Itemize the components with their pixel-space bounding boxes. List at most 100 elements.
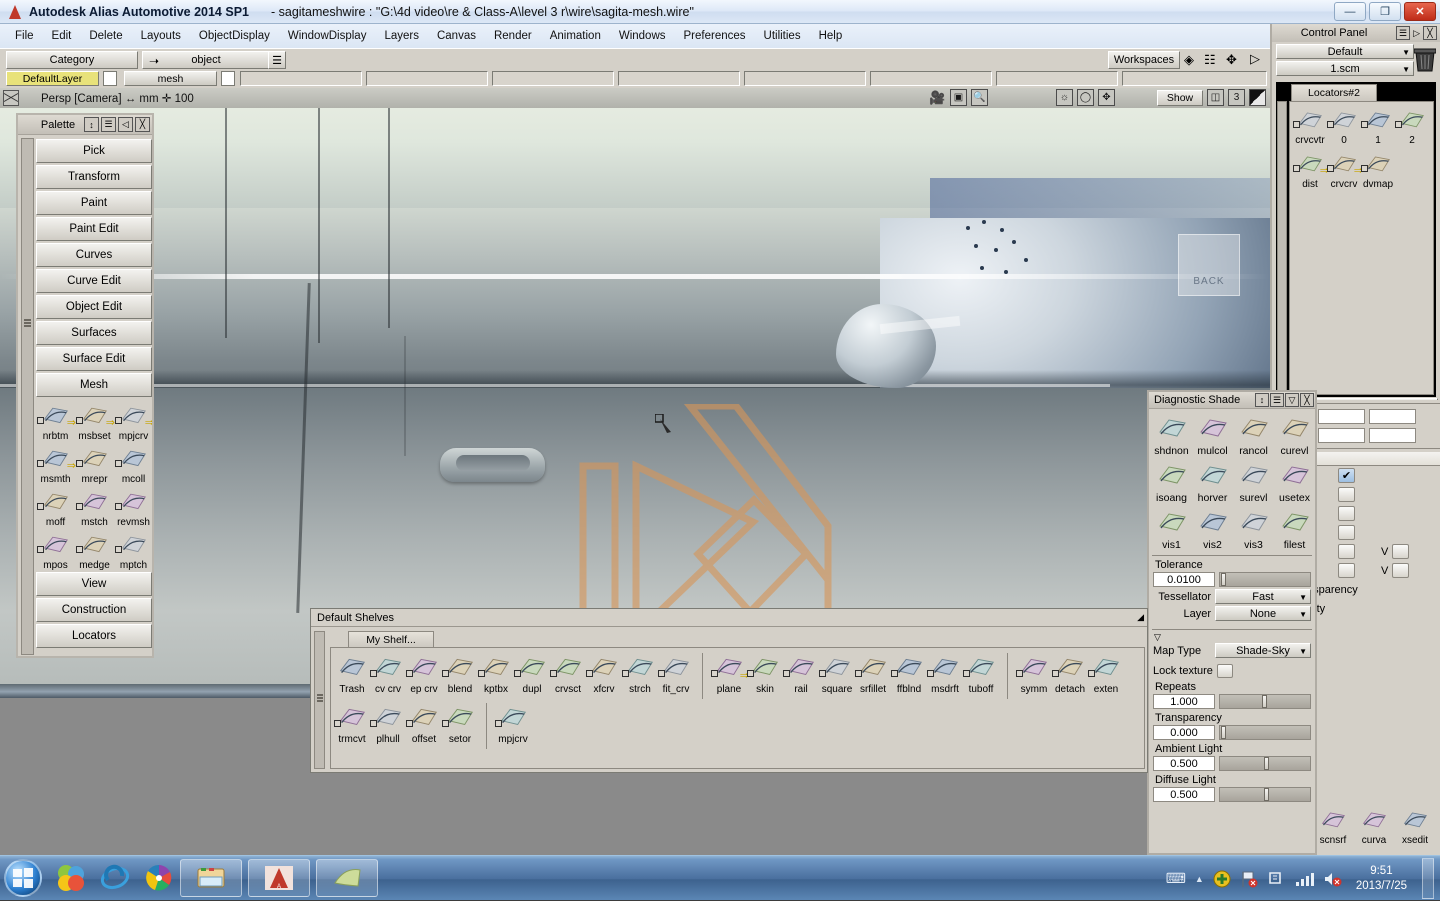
palette-menu-icon[interactable]: ☰ <box>101 117 116 132</box>
option-box[interactable] <box>478 670 485 677</box>
option-box[interactable] <box>622 670 629 677</box>
option-box[interactable] <box>406 670 413 677</box>
shelf-tool-crvsct[interactable]: crvsct <box>550 651 586 695</box>
zoom-icon[interactable]: 🔍 <box>971 89 988 106</box>
option-box[interactable] <box>370 720 377 727</box>
go-arrow-icon[interactable]: ⇒ <box>106 416 115 429</box>
go-arrow-icon[interactable]: ⇒ <box>67 416 76 429</box>
back-view-cube[interactable]: BACK <box>1178 234 1240 296</box>
shelf-tool-srfillet[interactable]: srfillet <box>855 651 891 695</box>
shelf-tool-plhull[interactable]: plhull <box>370 701 406 745</box>
show-hidden-icons[interactable]: ▲ <box>1195 874 1204 884</box>
option-box[interactable] <box>76 417 83 424</box>
menu-item-layouts[interactable]: Layouts <box>132 28 190 44</box>
palette-resize-icon[interactable]: ↕ <box>84 117 99 132</box>
minimize-button[interactable]: — <box>1334 2 1366 21</box>
layer-mesh[interactable]: mesh <box>124 71 217 86</box>
camera-lock-icon[interactable]: ▣ <box>950 89 967 106</box>
light-icon[interactable]: ☼ <box>1056 89 1073 106</box>
option-box[interactable] <box>76 546 83 553</box>
palette-button-paint-edit[interactable]: Paint Edit <box>36 217 152 241</box>
option-box[interactable] <box>37 417 44 424</box>
option-box[interactable] <box>1361 165 1368 172</box>
option-box[interactable] <box>1361 121 1368 128</box>
option-box[interactable] <box>115 546 122 553</box>
option-box[interactable] <box>747 670 754 677</box>
locator-crvcvtr[interactable]: crvcvtr <box>1293 106 1327 146</box>
palette-window[interactable]: Palette ↕ ☰ ◁ ╳ PickTransformPaintPaint … <box>16 113 154 658</box>
palette-button-transform[interactable]: Transform <box>36 165 152 189</box>
locator-1[interactable]: 1 <box>1361 106 1395 146</box>
diffuse-light-slider[interactable] <box>1219 787 1311 802</box>
diag-tool-curevl[interactable]: curevl <box>1274 412 1315 457</box>
diag-tool-surevl[interactable]: surevl <box>1233 459 1274 504</box>
option-box[interactable] <box>115 460 122 467</box>
palette-button-paint[interactable]: Paint <box>36 191 152 215</box>
option-box[interactable] <box>370 670 377 677</box>
layer-slot-empty-1[interactable] <box>240 71 362 86</box>
layer-slot-empty-4[interactable] <box>618 71 740 86</box>
shelf-tool-tuboff[interactable]: tuboff <box>963 651 999 695</box>
category-button[interactable]: Category <box>6 51 138 69</box>
shelf-tool-setor[interactable]: setor <box>442 701 478 745</box>
option-box[interactable] <box>1293 121 1300 128</box>
option-box[interactable] <box>711 670 718 677</box>
shelf-tool-ep-crv[interactable]: ep crv <box>406 651 442 695</box>
close-button[interactable]: ✕ <box>1404 2 1436 21</box>
workspace-dropdown[interactable]: Default ▼ <box>1276 44 1414 59</box>
go-arrow-icon[interactable]: ⇒ <box>145 416 152 429</box>
palette-scrollbar[interactable] <box>21 138 34 655</box>
ambient-light-input[interactable]: 0.500 <box>1153 756 1215 771</box>
palette-tool-mpjcrv[interactable]: ⇒mpjcrv <box>115 401 152 442</box>
grid-count[interactable]: 3 <box>1228 89 1245 106</box>
prop-field-ree-2[interactable] <box>1369 409 1416 424</box>
diag-tool-filest[interactable]: filest <box>1274 506 1315 551</box>
menu-item-windowdisplay[interactable]: WindowDisplay <box>279 28 376 44</box>
shelf-tool-mpjcrv[interactable]: mpjcrv <box>495 701 531 745</box>
layer-slot-empty-8[interactable] <box>1122 71 1267 86</box>
marking-menu-icon-2[interactable]: ☷ <box>1204 52 1216 68</box>
layer-defaultlayer[interactable]: DefaultLayer <box>6 71 99 86</box>
option-box[interactable] <box>1327 165 1334 172</box>
palette-tool-mcoll[interactable]: mcoll <box>115 444 152 485</box>
diag-tool-vis1[interactable]: vis1 <box>1151 506 1192 551</box>
palette-tool-moff[interactable]: moff <box>37 487 74 528</box>
diag-tool-usetex[interactable]: usetex <box>1274 459 1315 504</box>
shade-swatch-icon[interactable] <box>1249 89 1266 106</box>
scene-dropdown[interactable]: 1.scm ▼ <box>1276 61 1414 76</box>
diag-tool-shdnon[interactable]: shdnon <box>1151 412 1192 457</box>
locator-dist[interactable]: ⇒dist <box>1293 150 1327 190</box>
palette-tool-mpos[interactable]: mpos <box>37 530 74 571</box>
repeats-input[interactable]: 1.000 <box>1153 694 1215 709</box>
layer-defaultlayer-swatch[interactable] <box>103 71 117 86</box>
start-button[interactable] <box>4 859 42 897</box>
shelf-tool-plane[interactable]: ⇒plane <box>711 651 747 695</box>
palette-button-pick[interactable]: Pick <box>36 139 152 163</box>
layer-slot-empty-5[interactable] <box>744 71 866 86</box>
volume-muted-icon[interactable] <box>1323 870 1343 888</box>
shelf-tool-dupl[interactable]: dupl <box>514 651 550 695</box>
option-box[interactable] <box>1293 165 1300 172</box>
diag-close-icon[interactable]: ╳ <box>1300 393 1314 407</box>
control-panel-menu-icon[interactable]: ☰ <box>1396 26 1410 40</box>
prop-checkbox-t-points[interactable] <box>1338 506 1355 521</box>
locator-crvcrv[interactable]: ⇒crvcrv <box>1327 150 1361 190</box>
locator-0[interactable]: 0 <box>1327 106 1361 146</box>
menu-item-file[interactable]: File <box>6 28 43 44</box>
prop-field-ans-2[interactable] <box>1369 428 1416 443</box>
prop-checkbox-cv-hull[interactable] <box>1338 487 1355 502</box>
menu-item-animation[interactable]: Animation <box>541 28 610 44</box>
palette-tool-nrbtm[interactable]: ⇒nrbtm <box>37 401 74 442</box>
shelf-tool-offset[interactable]: offset <box>406 701 442 745</box>
circle-icon[interactable]: ◯ <box>1077 89 1094 106</box>
next-arrow-icon[interactable]: ▷ <box>1250 51 1260 67</box>
viewport-close-icon[interactable] <box>3 90 19 106</box>
bottom-tool-curva[interactable]: curva <box>1355 806 1393 856</box>
option-box[interactable] <box>658 670 665 677</box>
shelf-tool-symm[interactable]: symm <box>1016 651 1052 695</box>
layer-slot-empty-2[interactable] <box>366 71 488 86</box>
control-panel-scrollbar[interactable] <box>1277 101 1287 395</box>
option-box[interactable] <box>495 720 502 727</box>
option-box[interactable] <box>514 670 521 677</box>
pinwheel-icon[interactable] <box>144 863 174 893</box>
